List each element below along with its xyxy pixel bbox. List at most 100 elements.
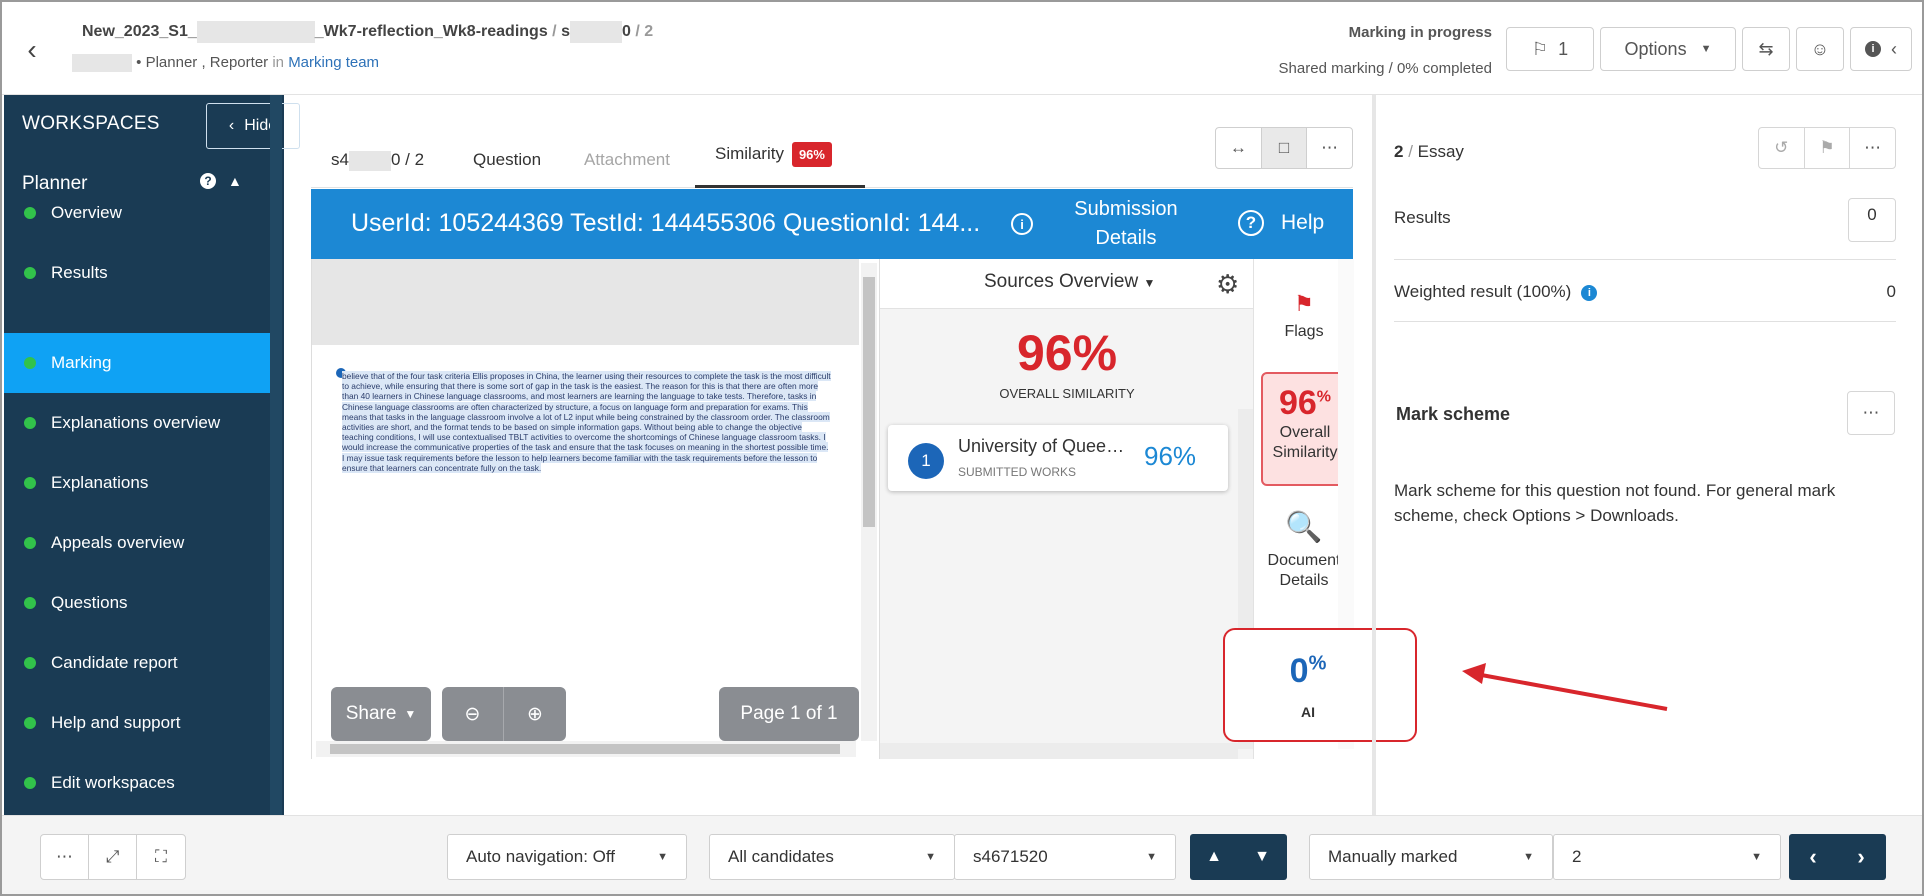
sources-overview-dropdown[interactable]: Sources Overview ▼ [984,271,1155,293]
red-annotation-arrow [1462,663,1668,711]
document-view-button[interactable]: □ [1261,128,1308,168]
tab-student[interactable]: s4 0 / 2 [331,150,424,171]
sidebar-scrollbar[interactable] [270,95,282,815]
help-button[interactable]: Help [1281,211,1324,235]
mark-scheme-more-button[interactable]: ⋯ [1847,391,1895,435]
help-circle-icon[interactable]: ? [1238,210,1264,236]
sidebar-item-questions[interactable]: Questions [4,573,272,633]
more-options-button[interactable]: ⋯ [1307,128,1352,168]
gear-icon[interactable]: ⚙ [1216,269,1239,300]
chevron-left-icon: ‹ [1891,38,1897,59]
marking-mode-select[interactable]: Manually marked ▼ [1309,834,1553,880]
auto-navigation-select[interactable]: Auto navigation: Off ▼ [447,834,687,880]
overall-similarity-rail-button[interactable]: 96% Overall Similarity [1261,372,1349,486]
chevron-right-icon: › [1857,844,1865,869]
document-vertical-scroll-thumb[interactable] [863,277,875,527]
sidebar-item-explanations-overview[interactable]: Explanations overview [4,393,272,453]
candidate-id-select[interactable]: s4671520 ▼ [954,834,1176,880]
rail-similarity-value: 96% [1278,384,1332,422]
ai-score-rail-button[interactable]: 0% AI [1223,628,1417,742]
weighted-result-label: Weighted result (100%) i [1394,282,1598,302]
document-icon: □ [1278,138,1290,157]
page-indicator: Page 1 of 1 [719,687,859,741]
chevron-up-icon: ▲ [1206,848,1222,865]
tab-question[interactable]: Question [473,150,541,170]
footer-more-button[interactable]: ⋯ [41,835,89,879]
sidebar-item-marking[interactable]: Marking [4,333,272,393]
previous-question-button[interactable]: ‹ [1789,834,1837,880]
tab-attachment[interactable]: Attachment [584,150,670,170]
status-dot [24,657,36,669]
document-horizontal-scroll-thumb[interactable] [330,744,840,754]
weighted-result-row: Weighted result (100%) i 0 [1394,260,1896,322]
marking-team-link[interactable]: Marking team [288,54,379,71]
sidebar-item-results[interactable]: Results [4,243,272,303]
expand-button[interactable]: ⤢ [89,835,137,879]
sources-panel: Sources Overview ▼ ⚙ 96% OVERALL SIMILAR… [879,259,1254,759]
horizontal-arrows-icon: ↔ [1229,138,1247,157]
fullscreen-button[interactable]: ⛶ [137,835,185,879]
caret-down-icon: ▼ [1751,851,1762,863]
ellipsis-icon: ⋯ [1864,138,1882,157]
status-dot [24,267,36,279]
candidates-select[interactable]: All candidates ▼ [709,834,955,880]
sources-horizontal-scrollbar[interactable] [880,743,1238,759]
zoom-out-button[interactable]: ⊖ [442,687,504,741]
zoom-in-button[interactable]: ⊕ [504,687,566,741]
caret-down-icon: ▼ [925,851,936,863]
source-card[interactable]: 1 University of Queensland SUBMITTED WOR… [888,425,1228,491]
sidebar-item-edit-workspaces[interactable]: Edit workspaces [4,753,272,813]
source-number: 1 [908,443,944,479]
undo-button[interactable]: ↺ [1759,128,1805,168]
page-gap [312,259,859,345]
info-icon[interactable]: i [1011,213,1033,235]
redacted-block [196,21,315,43]
next-candidate-button[interactable]: ▼ [1238,834,1286,880]
status-dot [24,597,36,609]
sidebar-item-candidate-report[interactable]: Candidate report [4,633,272,693]
user-icon: ☺ [1810,38,1830,59]
panel-divider[interactable] [1372,95,1376,815]
ai-score-value: 0% [1289,652,1327,690]
expand-arrows-icon: ⤢ [105,847,120,866]
submission-details-button[interactable]: Submission Details [1041,195,1211,253]
caret-down-icon: ▼ [1700,43,1712,55]
info-panel-button[interactable]: i ‹ [1850,27,1912,71]
sidebar-item-appeals-overview[interactable]: Appeals overview [4,513,272,573]
previous-candidate-button[interactable]: ▲ [1190,834,1238,880]
fit-width-button[interactable]: ↔ [1216,128,1262,168]
app-window: ‹ New_2023_S1_ _Wk7-reflection_Wk8-readin… [0,0,1924,896]
sources-header: Sources Overview ▼ ⚙ [880,259,1254,309]
results-input[interactable]: 0 [1848,198,1896,242]
sidebar-item-explanations[interactable]: Explanations [4,453,272,513]
status-dot [24,417,36,429]
top-header: ‹ New_2023_S1_ _Wk7-reflection_Wk8-readin… [2,2,1922,95]
share-button[interactable]: Share ▼ [331,687,431,741]
fullscreen-icon: ⛶ [155,847,167,866]
sidebar-item-help-and-support[interactable]: Help and support [4,693,272,753]
info-icon[interactable]: i [1581,284,1598,301]
user-button[interactable]: ☺ [1796,27,1844,71]
status-dot [24,477,36,489]
chevron-left-icon: ‹ [1809,844,1817,869]
question-number-select[interactable]: 2 ▼ [1553,834,1781,880]
weighted-result-value: 0 [1886,282,1896,301]
back-button[interactable]: ‹ [14,32,50,68]
flag-question-button[interactable]: ⚑ [1805,128,1851,168]
overall-similarity-value: 96% [1016,325,1118,381]
question-more-button[interactable]: ⋯ [1850,128,1895,168]
hide-sidebar-button[interactable]: ‹ Hide [206,103,300,149]
ellipsis-icon: ⋯ [1862,403,1880,422]
swap-button[interactable]: ⇆ [1742,27,1790,71]
ellipsis-icon: ⋯ [1321,138,1339,157]
chevron-down-icon: ▼ [404,707,417,721]
flag-button[interactable]: ⚐ 1 [1506,27,1594,71]
active-tab-indicator [695,185,865,188]
candidate-nav: ▲ ▼ [1190,834,1287,880]
sidebar-item-overview[interactable]: Overview [4,183,272,243]
tab-similarity[interactable]: Similarity 96% [715,142,832,167]
next-question-button[interactable]: › [1837,834,1885,880]
caret-down-icon: ▼ [657,851,668,863]
options-dropdown[interactable]: Options ▼ [1600,27,1736,71]
mark-scheme-message: Mark scheme for this question not found.… [1394,481,1836,525]
